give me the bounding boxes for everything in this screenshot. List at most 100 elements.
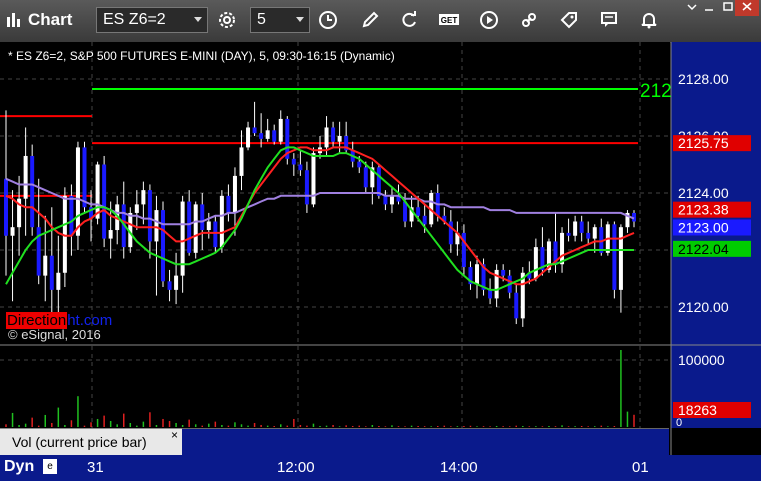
volume-close-icon[interactable]: × xyxy=(171,428,178,442)
chart-info-label: * ES Z6=2, S&P 500 FUTURES E-MINI (DAY),… xyxy=(8,49,395,63)
candle-body xyxy=(154,210,159,242)
svg-text:GET: GET xyxy=(441,16,458,25)
interval-input[interactable]: 5 xyxy=(250,7,310,33)
candle-body xyxy=(488,289,493,299)
candle-body xyxy=(161,210,165,282)
volume-zero-label: 0 xyxy=(676,417,682,429)
pencil-icon xyxy=(362,11,379,28)
candle-body xyxy=(187,201,192,253)
tag-button[interactable] xyxy=(554,7,584,33)
candle-body xyxy=(566,232,571,236)
link-button[interactable] xyxy=(514,7,544,33)
mode-label[interactable]: Dyn xyxy=(4,458,34,476)
candle-body xyxy=(618,227,623,290)
candle-body xyxy=(10,227,15,236)
time-label-1400: 14:00 xyxy=(440,459,478,476)
price-tick-label: 2124.00 xyxy=(678,185,729,201)
symbol-value: ES Z6=2 xyxy=(103,11,166,28)
tag-icon xyxy=(560,12,577,29)
candle-body xyxy=(206,221,211,231)
chevron-down-icon[interactable] xyxy=(296,17,304,22)
close-button[interactable] xyxy=(735,0,759,16)
close-icon xyxy=(742,2,752,11)
candle-body xyxy=(579,221,584,233)
candle-body xyxy=(265,130,270,139)
comment-icon xyxy=(601,12,617,27)
refresh-button[interactable] xyxy=(394,7,424,33)
candle-body xyxy=(592,227,597,239)
candle-body xyxy=(134,204,139,213)
play-icon xyxy=(480,11,498,29)
settings-button[interactable] xyxy=(212,7,242,33)
volume-study-label[interactable]: Vol (current price bar) xyxy=(0,428,182,455)
candle-body xyxy=(30,155,35,228)
candle-body xyxy=(475,264,479,285)
candle-body xyxy=(304,170,309,205)
candle-body xyxy=(422,215,427,225)
candle-body xyxy=(363,167,368,188)
candle-body xyxy=(573,221,578,236)
candle-body xyxy=(232,175,237,213)
candle-body xyxy=(23,155,28,199)
price-tag-label: 2123.00 xyxy=(678,219,729,235)
clock-icon xyxy=(319,11,337,29)
draw-button[interactable] xyxy=(355,7,385,33)
get-data-button[interactable]: GET xyxy=(434,7,464,33)
price-chart[interactable]: 2128.002126.002124.002122.002120.0021221… xyxy=(0,42,761,481)
maximize-icon xyxy=(723,2,733,11)
candle-body xyxy=(75,147,80,236)
clock-button[interactable] xyxy=(313,7,343,33)
candle-body xyxy=(586,232,591,239)
candle-body xyxy=(95,164,100,219)
chart-app-icon xyxy=(7,13,20,27)
level-label: 212 xyxy=(640,81,672,102)
candle-body xyxy=(514,292,519,319)
volume-tick-label: 100000 xyxy=(678,352,725,368)
candle-body xyxy=(357,161,362,168)
candle-body xyxy=(416,207,421,216)
get-icon: GET xyxy=(439,14,459,25)
symbol-input[interactable]: ES Z6=2 xyxy=(96,7,208,33)
time-label-1200: 12:00 xyxy=(277,459,315,476)
app-title: Chart xyxy=(28,10,73,29)
price-tag-label: 2125.75 xyxy=(678,135,729,151)
candle-body xyxy=(246,127,251,148)
candle-body xyxy=(69,195,74,236)
price-tag-label: 2123.38 xyxy=(678,202,729,218)
candle-body xyxy=(174,275,179,290)
volume-label-strip xyxy=(182,428,669,456)
candle-body xyxy=(324,127,329,148)
candle-body xyxy=(560,232,565,265)
lock-icon[interactable]: e xyxy=(43,459,57,474)
candle-body xyxy=(219,195,224,248)
candle-body xyxy=(141,190,146,205)
candle-body xyxy=(259,133,264,139)
candle-body xyxy=(298,164,303,171)
candle-body xyxy=(501,269,506,276)
price-tag-label: 2122.04 xyxy=(678,241,729,257)
bell-icon xyxy=(641,13,657,29)
candle-body xyxy=(291,158,296,165)
copyright-label: © eSignal, 2016 xyxy=(8,327,101,342)
comment-button[interactable] xyxy=(594,7,624,33)
volume-tag-label: 18263 xyxy=(678,402,717,418)
price-tick-label: 2120.00 xyxy=(678,299,729,315)
candle-body xyxy=(147,190,152,242)
candle-body xyxy=(239,147,244,176)
candle-body xyxy=(167,281,172,290)
alert-button[interactable] xyxy=(634,7,664,33)
time-label-01: 01 xyxy=(632,459,649,476)
candle-body xyxy=(56,272,61,290)
title-bar: Chart ES Z6=2 5 GET xyxy=(0,0,761,43)
candle-body xyxy=(200,204,205,231)
interval-value: 5 xyxy=(257,11,266,28)
candle-body xyxy=(337,136,342,142)
price-tick-label: 2128.00 xyxy=(678,71,729,87)
candle-body xyxy=(49,255,54,290)
candle-body xyxy=(108,230,113,239)
play-button[interactable] xyxy=(474,7,504,33)
candle-body xyxy=(226,195,231,213)
chevron-down-icon[interactable] xyxy=(194,17,202,22)
candle-body xyxy=(4,178,8,236)
candle-body xyxy=(102,164,107,239)
